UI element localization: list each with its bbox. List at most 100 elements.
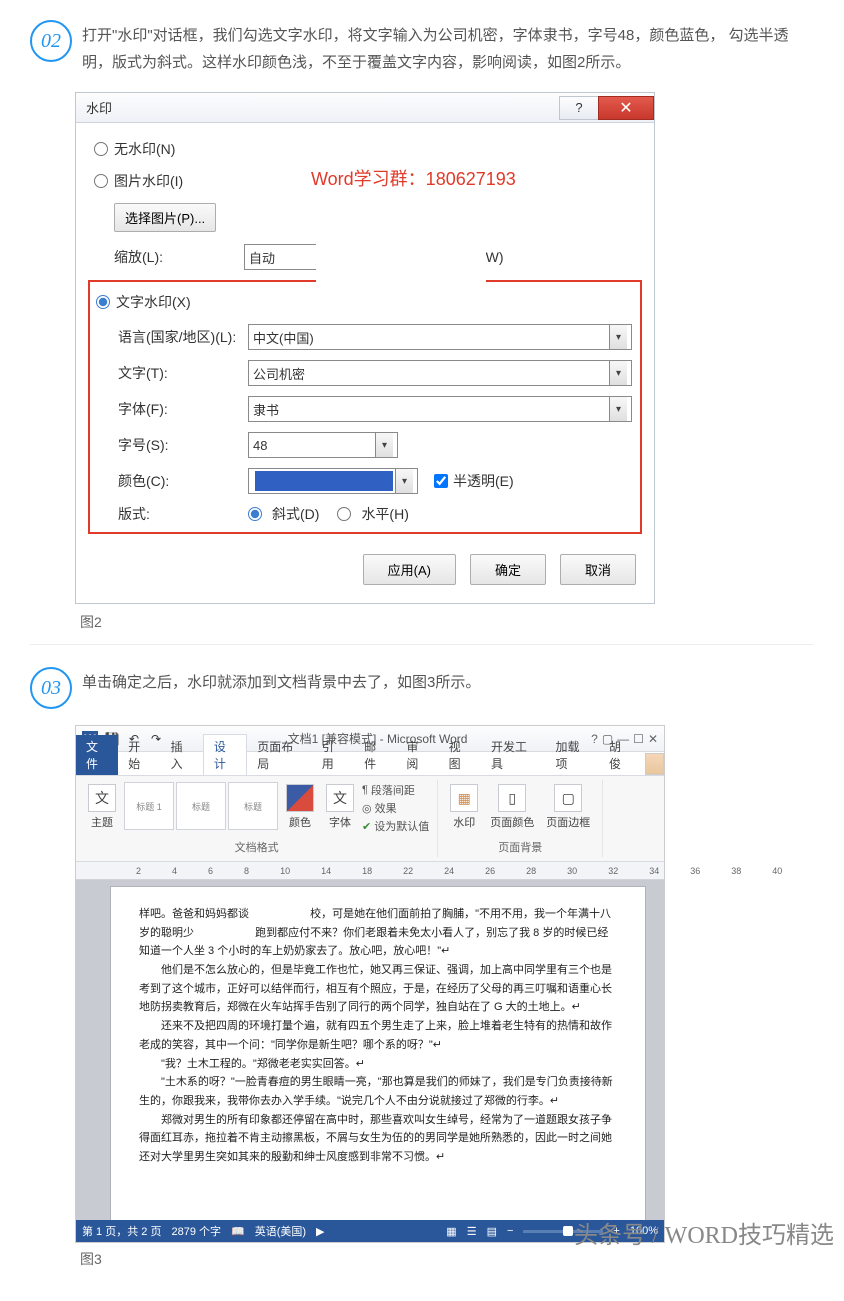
tab-home[interactable]: 开始 xyxy=(118,735,160,775)
user-name[interactable]: 胡俊 xyxy=(599,735,641,775)
tab-layout[interactable]: 页面布局 xyxy=(247,735,312,775)
text-combo[interactable]: 公司机密 xyxy=(248,360,632,386)
doc-format-group-label: 文档格式 xyxy=(235,839,279,855)
status-words[interactable]: 2879 个字 xyxy=(171,1223,221,1239)
step-number-3: 03 xyxy=(30,667,72,709)
print-layout-view-icon[interactable]: ▦ xyxy=(446,1225,456,1238)
status-macro-icon[interactable]: ▶ xyxy=(316,1225,324,1238)
close-icon[interactable]: ✕ xyxy=(648,732,658,746)
ruler-tick: 28 xyxy=(526,866,536,876)
page-color-icon: ▯ xyxy=(498,784,526,812)
ruler-tick: 4 xyxy=(172,866,177,876)
separator xyxy=(30,644,814,645)
default-icon: ✔ xyxy=(362,820,371,833)
chevron-down-icon xyxy=(395,469,413,493)
para-icon: ¶ xyxy=(362,784,368,796)
semitransparent-checkbox[interactable] xyxy=(434,474,448,488)
chevron-down-icon xyxy=(375,433,393,457)
diagonal-label: 斜式(D) xyxy=(272,504,319,524)
ruler-tick: 34 xyxy=(649,866,659,876)
theme-thumb[interactable]: 标题 xyxy=(176,782,226,830)
page-borders-icon: ▢ xyxy=(554,784,582,812)
no-watermark-label: 无水印(N) xyxy=(114,139,175,159)
diagonal-radio[interactable] xyxy=(248,507,262,521)
tab-developer[interactable]: 开发工具 xyxy=(481,735,546,775)
tab-review[interactable]: 审阅 xyxy=(396,735,438,775)
status-language[interactable]: 英语(美国) xyxy=(255,1223,306,1239)
font-value: 隶书 xyxy=(253,400,609,419)
read-mode-icon[interactable]: ☰ xyxy=(467,1225,477,1238)
tab-view[interactable]: 视图 xyxy=(439,735,481,775)
language-label: 语言(国家/地区)(L): xyxy=(118,327,248,347)
tab-references[interactable]: 引用 xyxy=(312,735,354,775)
ruler-tick: 26 xyxy=(485,866,495,876)
tab-addins[interactable]: 加载项 xyxy=(546,735,599,775)
tab-mailings[interactable]: 邮件 xyxy=(354,735,396,775)
help-button[interactable]: ? xyxy=(559,96,599,120)
step-2-text: 打开"水印"对话框，我们勾选文字水印，将文字输入为公司机密，字体隶书，字号48，… xyxy=(82,20,814,76)
tab-file[interactable]: 文件 xyxy=(76,735,118,775)
themes-button[interactable]: 文 主题 xyxy=(84,782,120,832)
ruler-tick: 14 xyxy=(321,866,331,876)
colors-button[interactable]: 颜色 xyxy=(282,782,318,832)
status-spellcheck-icon[interactable]: 📖 xyxy=(231,1225,245,1238)
effects-icon: ◎ xyxy=(362,802,372,815)
ruler-tick: 8 xyxy=(244,866,249,876)
set-default-button[interactable]: ✔设为默认值 xyxy=(362,818,429,834)
ok-button[interactable]: 确定 xyxy=(470,554,546,585)
dialog-title: 水印 xyxy=(86,98,559,117)
select-picture-button[interactable]: 选择图片(P)... xyxy=(114,203,216,232)
theme-thumb[interactable]: 标题 xyxy=(228,782,278,830)
effects-button[interactable]: ◎效果 xyxy=(362,800,429,816)
ruler-tick: 24 xyxy=(444,866,454,876)
document-page[interactable]: 样吧。爸爸和妈妈都谈 校，可是她在他们面前拍了胸脯，"不用不用，我一个年满十八岁… xyxy=(110,886,646,1220)
watermark-button[interactable]: ▦ 水印 xyxy=(446,782,482,832)
language-value: 中文(中国) xyxy=(253,328,609,347)
word-window: W 💾 ↶ ↷ 文档1 [兼容模式] - Microsoft Word ? ▢ … xyxy=(75,725,665,1243)
theme-thumb[interactable]: 标题 1 xyxy=(124,782,174,830)
cancel-button[interactable]: 取消 xyxy=(560,554,636,585)
horizontal-label: 水平(H) xyxy=(361,504,408,524)
size-label: 字号(S): xyxy=(118,435,248,455)
themes-icon: 文 xyxy=(88,784,116,812)
color-combo[interactable] xyxy=(248,468,418,494)
ruler[interactable]: 2 4 6 8 10 14 18 22 24 26 28 30 32 34 36… xyxy=(76,862,664,880)
dialog-titlebar[interactable]: 水印 ? ✕ xyxy=(76,93,654,123)
ruler-tick: 6 xyxy=(208,866,213,876)
text-label: 文字(T): xyxy=(118,363,248,383)
close-button[interactable]: ✕ xyxy=(598,96,654,120)
ruler-tick: 38 xyxy=(731,866,741,876)
page-borders-button[interactable]: ▢ 页面边框 xyxy=(542,782,594,832)
promo-text: Word学习群：180627193 xyxy=(311,165,516,191)
zoom-out-icon[interactable]: − xyxy=(507,1225,513,1237)
theme-gallery[interactable]: 标题 1 标题 标题 xyxy=(124,782,278,830)
page-color-button[interactable]: ▯ 页面颜色 xyxy=(486,782,538,832)
chevron-down-icon xyxy=(609,361,627,385)
apply-button[interactable]: 应用(A) xyxy=(363,554,456,585)
size-value: 48 xyxy=(253,438,375,453)
status-page[interactable]: 第 1 页，共 2 页 xyxy=(82,1223,161,1239)
ruler-tick: 32 xyxy=(608,866,618,876)
document-area[interactable]: 样吧。爸爸和妈妈都谈 校，可是她在他们面前拍了胸脯，"不用不用，我一个年满十八岁… xyxy=(76,880,664,1220)
paragraph-spacing-button[interactable]: ¶段落间距 xyxy=(362,782,429,798)
colors-icon xyxy=(286,784,314,812)
user-avatar-icon[interactable] xyxy=(645,753,664,775)
color-label: 颜色(C): xyxy=(118,471,248,491)
chevron-down-icon xyxy=(609,325,627,349)
web-layout-icon[interactable]: ▤ xyxy=(487,1225,497,1238)
language-combo[interactable]: 中文(中国) xyxy=(248,324,632,350)
picture-watermark-radio[interactable] xyxy=(94,174,108,188)
no-watermark-radio[interactable] xyxy=(94,142,108,156)
text-watermark-radio[interactable] xyxy=(96,295,110,309)
ruler-tick: 22 xyxy=(403,866,413,876)
font-combo[interactable]: 隶书 xyxy=(248,396,632,422)
ruler-tick: 2 xyxy=(136,866,141,876)
footer-watermark: 头条号 / WORD技巧精选 xyxy=(574,1215,834,1250)
tab-design[interactable]: 设计 xyxy=(203,734,247,775)
layout-label: 版式: xyxy=(118,504,248,524)
fonts-button[interactable]: 文 字体 xyxy=(322,782,358,832)
tab-insert[interactable]: 插入 xyxy=(161,735,203,775)
size-combo[interactable]: 48 xyxy=(248,432,398,458)
step-3-text: 单击确定之后，水印就添加到文档背景中去了，如图3所示。 xyxy=(82,667,814,709)
horizontal-radio[interactable] xyxy=(337,507,351,521)
